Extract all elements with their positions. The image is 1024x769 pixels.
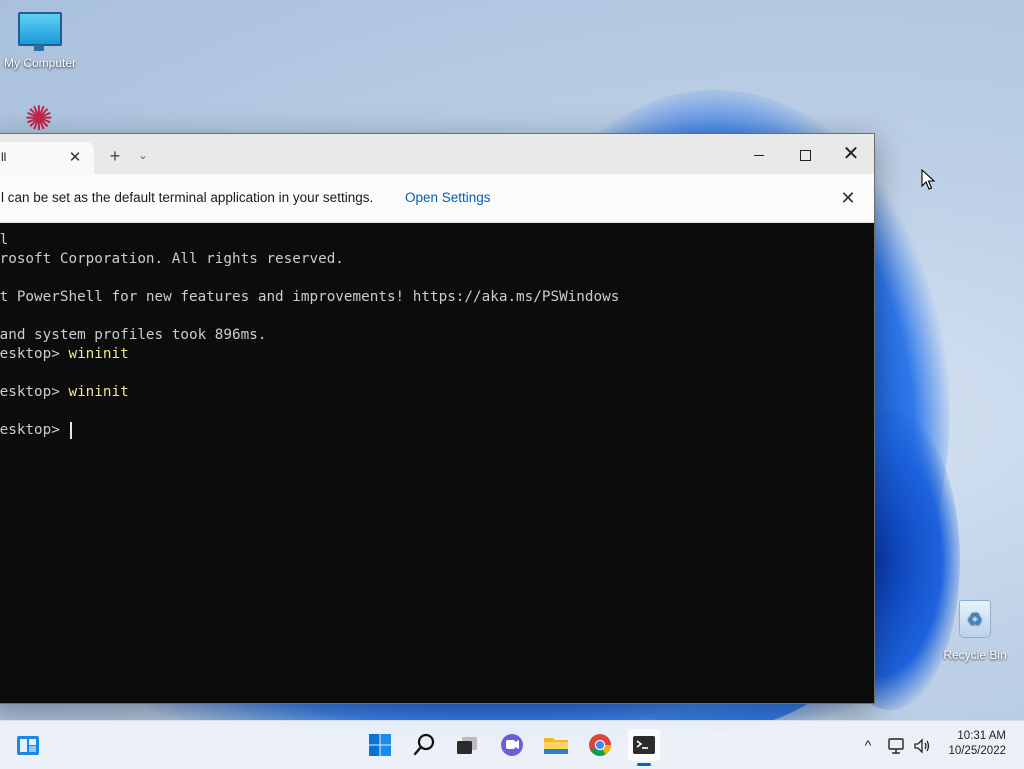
console-text: crosoft Corporation. All rights reserved… [0,251,344,267]
start-icon [369,734,391,756]
console-line: Desktop> [0,421,874,440]
task-view-icon [457,737,477,754]
minimize-icon [754,154,764,156]
computer-icon [18,12,62,51]
app-shortcut-icon[interactable]: ✺ [16,102,62,136]
title-bar[interactable]: ll ✕ + ⌄ ✕ [0,134,874,174]
clock[interactable]: 10:31 AM 10/25/2022 [948,729,1006,759]
recycle-bin-icon: ♻ [959,600,991,638]
widgets-icon [17,736,39,755]
console-command: wininit [68,346,129,362]
open-settings-link[interactable]: Open Settings [405,190,491,205]
terminal-window[interactable]: ll ✕ + ⌄ ✕ l can be set as the default t… [0,133,875,704]
infobar-close-icon[interactable]: ✕ [836,186,860,210]
console-line: crosoft Corporation. All rights reserved… [0,250,874,269]
console-command: wininit [68,384,129,400]
task-view-button[interactable] [451,729,483,761]
new-tab-button[interactable]: + [105,146,125,166]
clock-time: 10:31 AM [957,730,1006,742]
console-text: and system profiles took 896ms. [0,327,267,343]
volume-icon[interactable] [910,721,934,769]
tab-powershell[interactable]: ll ✕ [0,142,94,174]
console-line: Desktop> wininit [0,383,874,402]
console-line: ll [0,231,874,250]
widgets-button[interactable] [12,729,44,761]
console-output[interactable]: ll crosoft Corporation. All rights reserv… [0,223,874,703]
terminal-taskbar-button[interactable] [628,729,660,766]
desktop-icon-label: My Computer [3,56,77,70]
console-text: Desktop> [0,384,60,400]
search-icon [413,733,435,756]
chat-button[interactable] [496,729,528,761]
network-icon[interactable] [884,721,908,769]
file-explorer-icon [544,738,568,754]
file-explorer-button[interactable] [540,729,572,761]
tab-dropdown-icon[interactable]: ⌄ [135,148,151,164]
tab-close-icon[interactable]: ✕ [65,148,85,168]
show-hidden-icons-button[interactable]: ^ [858,721,878,769]
console-line: st PowerShell for new features and impro… [0,288,874,307]
taskbar: ^ 10:31 AM 10/25/2022 [0,720,1024,769]
desktop-icon-recycle-bin[interactable]: ♻ Recycle Bin [935,600,1015,662]
chat-icon [501,734,523,756]
chrome-icon [589,734,611,756]
maximize-icon [799,149,811,161]
search-button[interactable] [409,729,441,761]
maximize-button[interactable] [782,134,828,174]
running-indicator [637,763,651,766]
chrome-button[interactable] [584,729,616,761]
start-button[interactable] [364,729,396,761]
minimize-button[interactable] [736,134,782,174]
console-text: st PowerShell for new features and impro… [0,289,620,305]
console-text: Desktop> [0,422,60,438]
default-terminal-infobar: l can be set as the default terminal app… [0,174,874,223]
text-cursor [70,421,72,439]
console-line: and system profiles took 896ms. [0,326,874,345]
console-line: Desktop> wininit [0,345,874,364]
clock-date: 10/25/2022 [948,745,1006,757]
tab-title: ll [1,150,7,164]
console-text: ll [0,232,9,248]
pointer-icon [921,169,935,190]
console-text: Desktop> [0,346,60,362]
terminal-icon [633,736,655,754]
infobar-message: l can be set as the default terminal app… [1,190,374,205]
desktop-icon-my-computer[interactable]: My Computer [0,12,80,70]
close-button[interactable]: ✕ [828,134,874,174]
desktop-icon-label: Recycle Bin [943,648,1007,662]
